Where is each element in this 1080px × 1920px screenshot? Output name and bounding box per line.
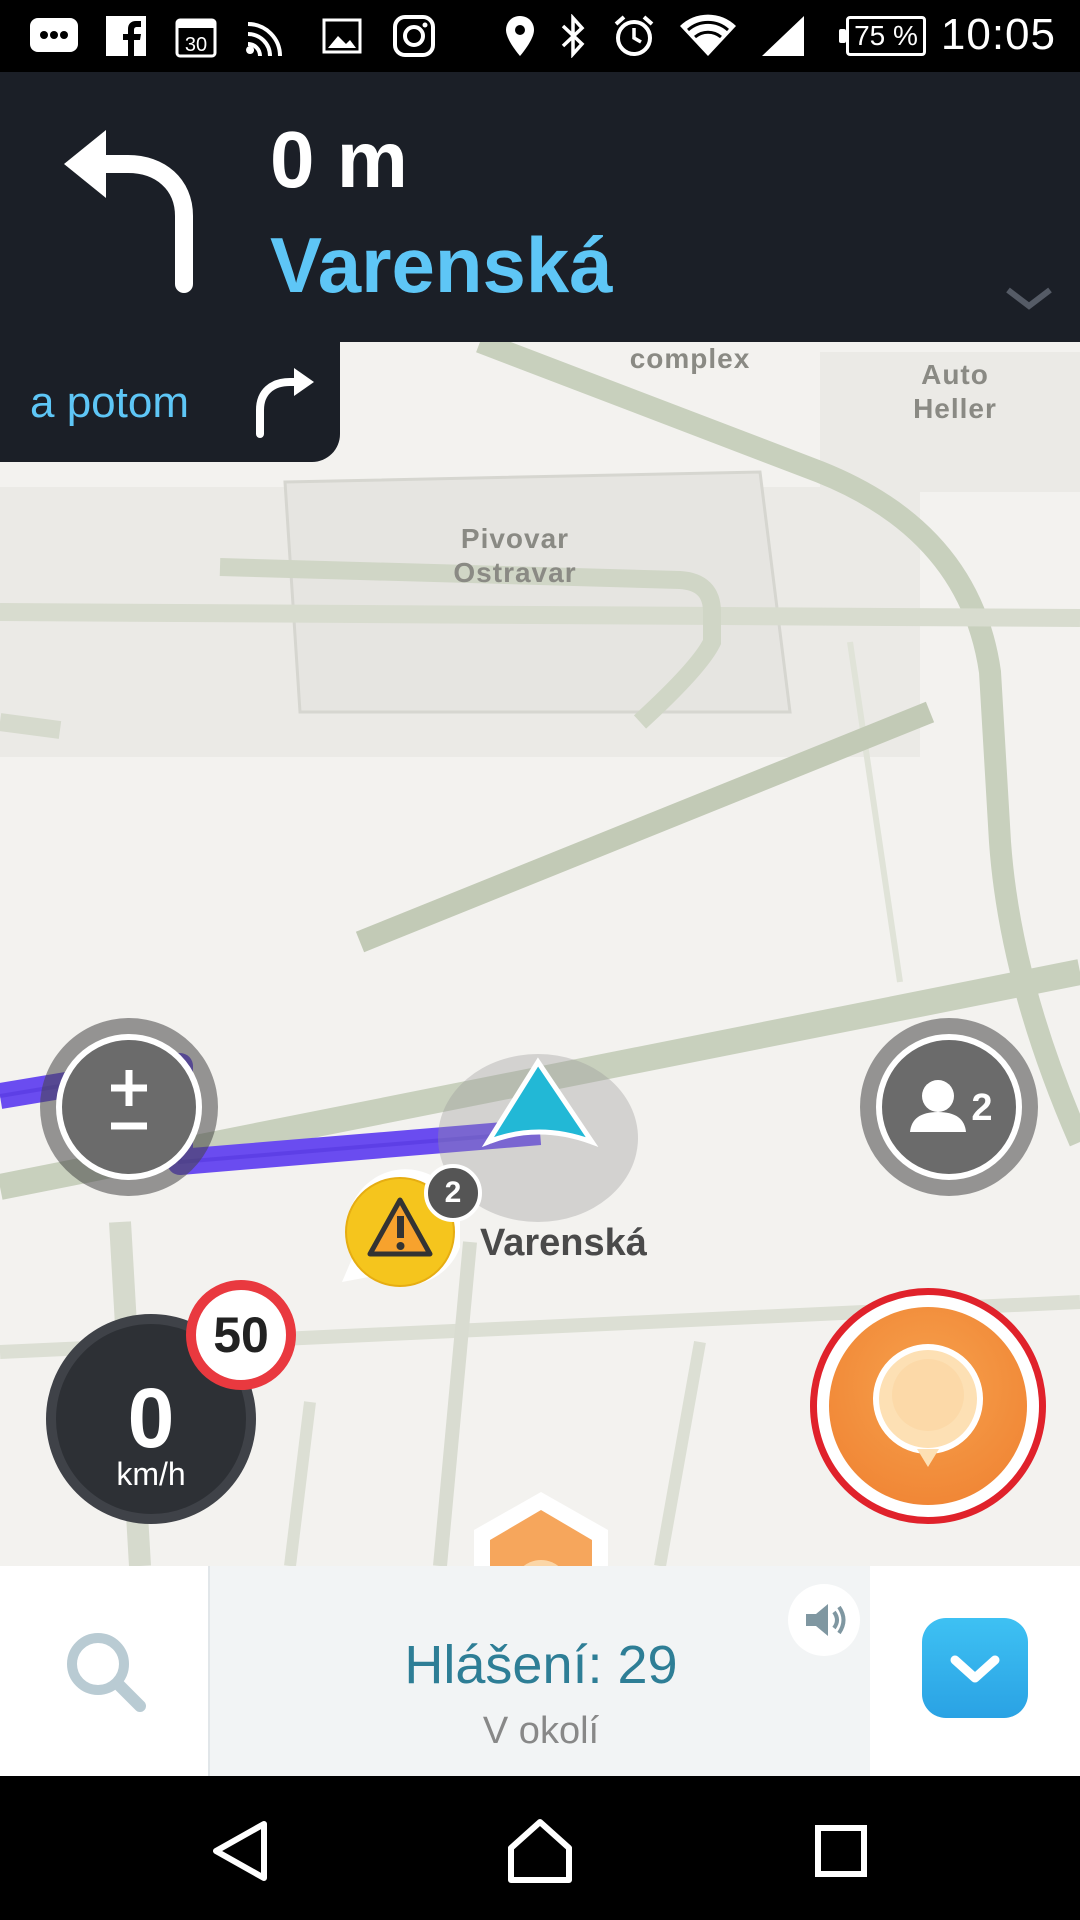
reports-count: Hlášení: 29 [404,1635,678,1695]
navigation-header[interactable]: 0 m Varenská [0,72,1080,342]
chevron-down-icon[interactable] [1004,284,1054,314]
speaker-icon [806,1604,846,1636]
cast-icon [246,22,282,57]
map-street-label: Varenská [480,1222,647,1264]
alarm-icon [614,15,654,56]
wifi-icon [680,14,736,56]
alert-count-badge: 2 [424,1164,482,1222]
nearby-users-button[interactable]: 2 [860,1018,1038,1196]
my-location-marker-icon[interactable] [468,1488,614,1566]
map-view[interactable]: complex Auto Heller Pivovar Ostravar 2 2… [0,342,1080,1566]
speed-unit: km/h [116,1456,186,1492]
search-icon[interactable] [60,1626,150,1716]
facebook-icon [106,16,146,56]
battery-indicator: 75 % [839,16,926,56]
expand-menu-button[interactable] [922,1618,1028,1718]
report-button[interactable] [810,1288,1046,1524]
back-icon[interactable] [206,1816,276,1886]
signal-icon [762,16,804,56]
svg-text:30: 30 [185,34,207,56]
speed-limit-sign: 50 [186,1280,296,1390]
home-icon[interactable] [505,1816,575,1886]
instagram-icon [393,15,435,57]
turn-right-icon [256,368,314,438]
sound-button[interactable] [788,1584,860,1656]
location-icon [506,16,534,56]
user-icon: 2 [910,1080,993,1132]
next-street-name: Varenská [270,221,613,309]
map-label-complex: complex [629,343,751,374]
turn-left-icon [64,130,193,293]
report-pin-icon [873,1344,983,1467]
messages-icon [30,18,78,52]
map-label-pivovar-ostravar: Pivovar Ostravar [453,523,577,588]
then-label: a potom [30,378,189,427]
recents-icon[interactable] [806,1816,876,1886]
bluetooth-icon [561,14,585,58]
system-navigation-bar [0,1776,1080,1920]
then-instruction: a potom [0,342,340,462]
calendar-icon: 30 [175,18,217,58]
zoom-plus-minus-icon [111,1070,147,1130]
turn-distance: 0 m [270,115,408,204]
zoom-button[interactable] [40,1018,218,1196]
chevron-down-icon [950,1655,1000,1683]
reports-subtitle: V okolí [482,1710,600,1752]
bottom-bar: Hlášení: 29 V okolí [0,1566,1080,1776]
svg-text:2: 2 [971,1087,992,1129]
status-time: 10:05 [940,10,1056,59]
gallery-icon [322,18,362,54]
reports-panel[interactable]: Hlášení: 29 V okolí [208,1566,870,1776]
status-bar: 30 75 % 10:05 [0,0,1080,72]
map-label-auto-heller: Auto Heller [913,359,997,424]
